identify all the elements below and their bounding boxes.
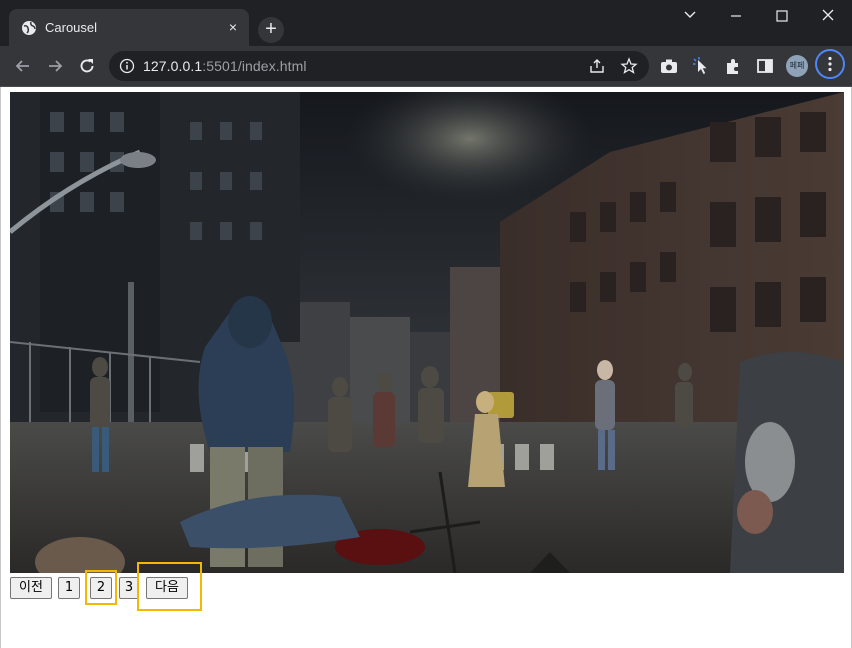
maximize-icon[interactable] <box>768 6 796 26</box>
extensions-puzzle-icon[interactable] <box>723 56 743 76</box>
tab-title: Carousel <box>45 20 98 35</box>
page-button-3[interactable]: 3 <box>119 577 139 599</box>
forward-arrow-icon[interactable] <box>45 56 65 76</box>
more-vertical-icon <box>828 56 832 72</box>
url-host: 127.0.0.1 <box>143 58 203 74</box>
next-button-highlight <box>137 562 202 611</box>
prev-button[interactable]: 이전 <box>10 577 52 599</box>
profile-avatar[interactable]: 페페 <box>786 55 808 77</box>
browser-toolbar: 127.0.0.1:5501/index.html 페페 <box>0 46 852 87</box>
carousel-image <box>10 92 844 573</box>
new-tab-button[interactable]: + <box>258 17 284 43</box>
share-icon[interactable] <box>588 57 606 75</box>
page-button-1[interactable]: 1 <box>58 577 80 599</box>
info-icon[interactable] <box>119 58 135 74</box>
page-viewport: 이전 1 2 3 다음 <box>0 87 852 648</box>
camera-icon[interactable] <box>659 56 679 76</box>
active-page-highlight <box>85 570 117 605</box>
reload-icon[interactable] <box>77 56 97 76</box>
back-arrow-icon[interactable] <box>13 56 33 76</box>
minimize-icon[interactable] <box>722 6 750 26</box>
address-bar[interactable]: 127.0.0.1:5501/index.html <box>109 51 649 81</box>
browser-tab[interactable]: Carousel × <box>9 9 249 46</box>
url-path: :5501/index.html <box>202 58 307 74</box>
bookmark-star-icon[interactable] <box>620 57 638 75</box>
tab-search-chevron-icon[interactable] <box>676 6 704 26</box>
menu-button[interactable] <box>815 49 845 79</box>
tab-close-icon[interactable]: × <box>225 19 241 35</box>
url-text: 127.0.0.1:5501/index.html <box>143 58 307 74</box>
globe-icon <box>22 21 36 35</box>
browser-titlebar: Carousel × + <box>0 0 852 46</box>
close-window-icon[interactable] <box>814 6 842 26</box>
cursor-extension-icon[interactable] <box>691 56 711 76</box>
zombie-city-scene <box>10 92 844 573</box>
side-panel-icon[interactable] <box>755 56 775 76</box>
